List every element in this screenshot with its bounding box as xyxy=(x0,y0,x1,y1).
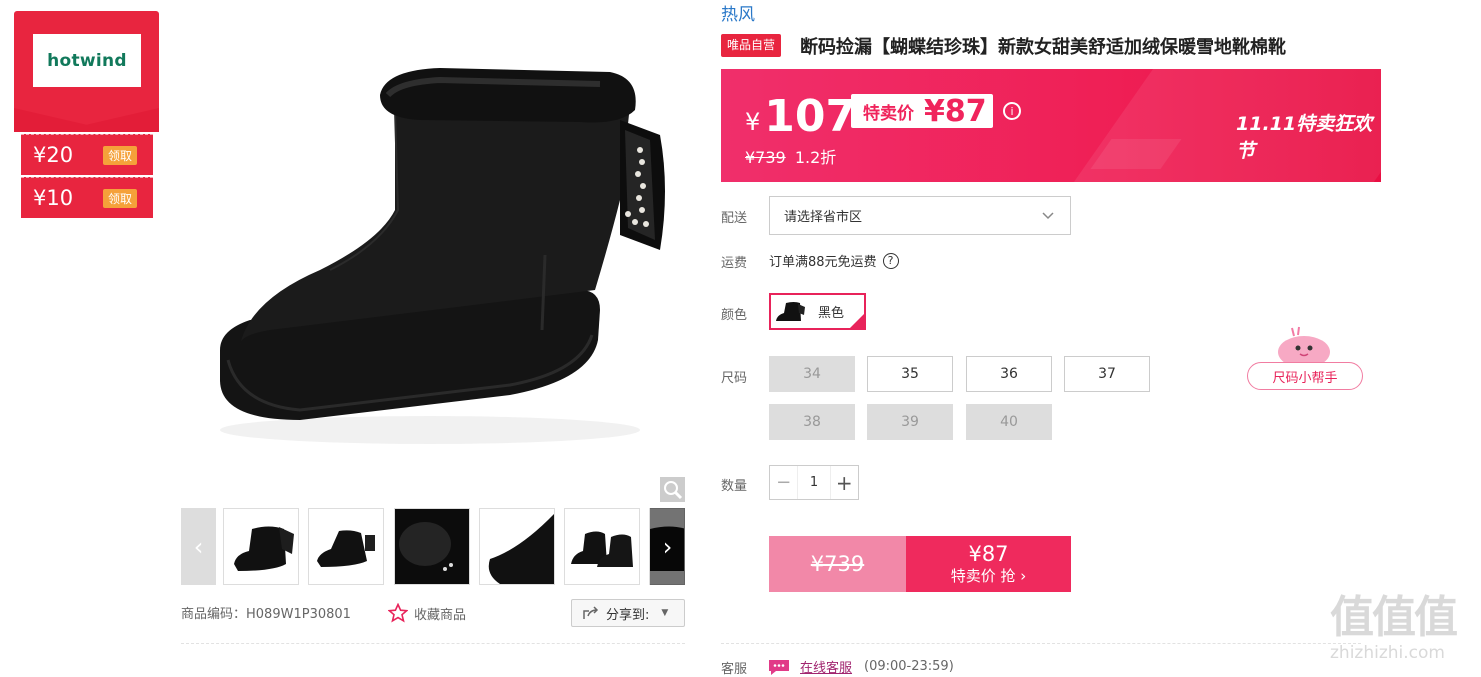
color-option-black[interactable]: 黑色 xyxy=(769,293,866,330)
thumbnail[interactable] xyxy=(308,508,384,585)
product-code-label: 商品编码： xyxy=(181,607,247,622)
product-title: 断码捡漏【蝴蝶结珍珠】新款女甜美舒适加绒保暖雪地靴棉靴 xyxy=(800,37,1286,58)
buy-action-label: 特卖价 抢 xyxy=(950,567,1016,585)
price-banner: ¥ 107 特卖价 ¥87 i ¥739 1.2折 11.11特卖狂欢节 xyxy=(721,69,1381,182)
watermark-site: zhizhizhi.com xyxy=(1330,643,1445,663)
caret-down-icon: ▼ xyxy=(661,608,669,618)
event-logo: 11.11特卖狂欢节 xyxy=(1236,113,1373,162)
coupon-amount: ¥20 xyxy=(33,143,74,167)
brand-logo[interactable]: hotwind xyxy=(33,34,141,87)
chevron-down-icon xyxy=(1042,212,1054,220)
size-option-38[interactable]: 38 xyxy=(769,404,855,440)
watermark: 值值值 zhizhizhi.com xyxy=(1330,592,1458,663)
shipping-label: 运费 xyxy=(721,256,748,271)
pair-thumbnail-icon xyxy=(571,531,633,567)
thumb-prev-button[interactable]: ‹ xyxy=(181,508,216,585)
service-row: 在线客服 (09:00-23:59) xyxy=(767,657,954,676)
currency-symbol: ¥ xyxy=(745,108,761,136)
chat-icon xyxy=(769,659,789,675)
coupon-claim-button[interactable]: 领取 xyxy=(103,188,138,208)
favorite-label: 收藏商品 xyxy=(414,607,467,623)
discount: 1.2折 xyxy=(794,148,837,167)
size-option-35[interactable]: 35 xyxy=(867,356,953,392)
watermark-glyphs: 值值值 xyxy=(1330,592,1458,643)
buy-original-price: ¥739 xyxy=(769,536,906,592)
shipping-text: 订单满88元免运费 xyxy=(769,255,877,270)
special-price-value: ¥87 xyxy=(924,93,987,129)
original-price-row: ¥739 1.2折 xyxy=(745,144,836,168)
coupon-claim-button[interactable]: 领取 xyxy=(103,145,138,165)
color-label: 颜色 xyxy=(721,308,748,323)
size-option-36[interactable]: 36 xyxy=(966,356,1052,392)
help-icon[interactable]: ? xyxy=(882,252,899,269)
product-code-value: H089W1P30801 xyxy=(246,607,351,622)
quantity-input[interactable]: 1 xyxy=(797,466,831,499)
divider xyxy=(721,643,1361,644)
thumbnail[interactable] xyxy=(564,508,640,585)
online-service-link[interactable]: 在线客服 xyxy=(800,657,852,676)
coupon-10[interactable]: ¥10 领取 xyxy=(21,177,153,218)
size-option-40[interactable]: 40 xyxy=(966,404,1052,440)
brand-link[interactable]: 热风 xyxy=(721,0,755,25)
chevron-left-icon: ‹ xyxy=(193,532,204,561)
service-hours: (09:00-23:59) xyxy=(864,659,954,674)
size-label: 尺码 xyxy=(721,371,748,386)
share-button[interactable]: 分享到: ▼ xyxy=(571,599,685,627)
boot-thumbnail-icon xyxy=(234,526,294,571)
size-option-39[interactable]: 39 xyxy=(867,404,953,440)
chevron-right-icon: › xyxy=(662,532,673,561)
buy-special-price-value: ¥87 xyxy=(968,542,1009,566)
size-option-34[interactable]: 34 xyxy=(769,356,855,392)
size-option-37[interactable]: 37 xyxy=(1064,356,1150,392)
info-icon[interactable]: i xyxy=(1003,102,1021,120)
thumb-next-button[interactable]: › xyxy=(650,508,685,585)
thumbnail[interactable] xyxy=(479,508,555,585)
brand-logo-text: hotwind xyxy=(47,50,127,71)
region-select-value: 请选择省市区 xyxy=(784,210,863,225)
zoom-button[interactable] xyxy=(660,477,685,502)
coupon-20[interactable]: ¥20 领取 xyxy=(21,134,153,175)
favorite-button[interactable]: 收藏商品 xyxy=(388,603,466,623)
thumbnail[interactable] xyxy=(223,508,299,585)
quantity-increase-button[interactable]: + xyxy=(831,466,858,499)
delivery-label: 配送 xyxy=(721,211,748,226)
star-icon xyxy=(388,603,408,623)
special-price-label: 特卖价 xyxy=(863,103,914,124)
quantity-label: 数量 xyxy=(721,479,748,494)
share-icon xyxy=(583,606,599,619)
fur-detail-thumbnail-icon xyxy=(395,509,469,584)
chevron-right-icon: › xyxy=(1020,567,1027,585)
buy-action-row: 特卖价 抢 › xyxy=(951,566,1027,586)
quantity-decrease-button[interactable]: − xyxy=(770,466,797,499)
magnifier-icon xyxy=(664,481,683,500)
size-helper-button[interactable]: 尺码小帮手 xyxy=(1247,362,1363,390)
current-price: ¥ 107 xyxy=(745,91,856,142)
sole-thumbnail-icon xyxy=(488,514,554,584)
region-select[interactable]: 请选择省市区 xyxy=(769,196,1071,235)
service-label: 客服 xyxy=(721,662,748,677)
color-swatch-boot-icon xyxy=(776,301,805,321)
special-price-tag: 特卖价 ¥87 xyxy=(851,93,993,129)
share-label: 分享到: xyxy=(606,607,650,623)
original-price: ¥739 xyxy=(745,148,786,167)
product-code: 商品编码：H089W1P30801 xyxy=(181,603,351,622)
shipping-info: 订单满88元免运费 ? xyxy=(769,251,899,270)
coupon-amount: ¥10 xyxy=(33,186,74,210)
buy-original-price-value: ¥739 xyxy=(810,552,865,576)
current-price-value: 107 xyxy=(764,91,857,142)
mascot-icon xyxy=(1278,326,1330,368)
divider xyxy=(181,643,685,644)
thumbnail[interactable] xyxy=(394,508,470,585)
color-option-label: 黑色 xyxy=(818,306,845,321)
buy-special-price[interactable]: ¥87 特卖价 抢 › xyxy=(906,536,1071,592)
boot-image xyxy=(220,68,665,444)
selected-check-icon xyxy=(850,314,864,328)
boot-thumbnail-icon xyxy=(317,530,375,567)
buy-button[interactable]: ¥739 ¥87 特卖价 抢 › xyxy=(769,536,1071,592)
quantity-stepper[interactable]: − 1 + xyxy=(769,465,859,500)
self-operated-badge: 唯品自营 xyxy=(721,34,782,57)
main-product-image[interactable] xyxy=(180,0,685,500)
